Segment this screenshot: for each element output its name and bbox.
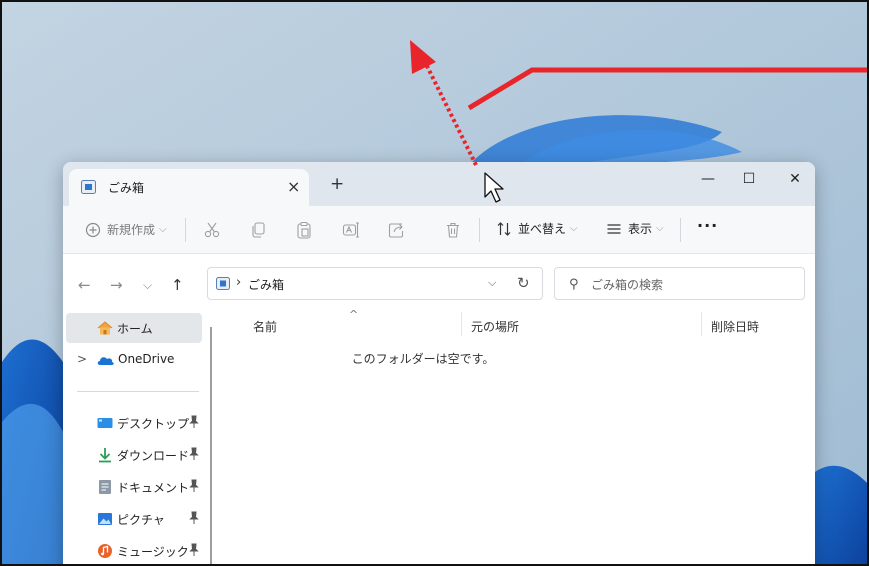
- sidebar-item-label: ピクチャ: [117, 513, 165, 527]
- sort-ascending-caret-icon: ^: [349, 308, 359, 321]
- sidebar-item-label: ホーム: [117, 322, 153, 336]
- expand-chevron-icon[interactable]: >: [77, 352, 87, 366]
- sidebar-item-documents[interactable]: ドキュメント: [97, 477, 217, 497]
- navigation-bar: ← → ⌵ ↑ › ごみ箱 ⌵ ↻ ⚲ ごみ箱の検索: [63, 254, 815, 312]
- column-header-original-location[interactable]: 元の場所: [471, 318, 519, 335]
- recycle-bin-icon: [81, 180, 96, 194]
- breadcrumb-separator-icon: ›: [236, 275, 242, 290]
- cut-icon[interactable]: [203, 221, 221, 239]
- sidebar-item-label: ダウンロード: [117, 449, 190, 463]
- rename-icon[interactable]: [342, 221, 360, 239]
- pin-icon[interactable]: [189, 415, 199, 429]
- refresh-icon[interactable]: ↻: [517, 274, 530, 292]
- new-tab-button[interactable]: +: [330, 174, 344, 194]
- sidebar-item-label: デスクトップ: [117, 417, 190, 431]
- sidebar-scrollbar[interactable]: [210, 327, 212, 564]
- address-bar[interactable]: › ごみ箱 ⌵ ↻: [207, 267, 543, 300]
- screenshot-frame: ごみ箱 × + — ☐ ✕ 新規作成 ⌵ 並べ替え ⌵ 表示 ⌵ ··· ← →…: [0, 0, 869, 566]
- share-icon[interactable]: [388, 221, 406, 239]
- sidebar-item-desktop[interactable]: デスクトップ: [97, 413, 217, 433]
- pin-icon[interactable]: [189, 479, 199, 493]
- paste-icon[interactable]: [295, 221, 313, 239]
- chevron-down-icon: ⌵: [159, 224, 167, 235]
- more-options-button[interactable]: ···: [697, 216, 718, 235]
- column-header-name[interactable]: 名前: [253, 318, 277, 335]
- address-history-chevron-icon[interactable]: ⌵: [488, 276, 496, 290]
- view-button-label: 表示: [628, 222, 653, 236]
- search-icon: ⚲: [569, 277, 579, 292]
- tab-label: ごみ箱: [108, 181, 145, 195]
- close-button[interactable]: ✕: [774, 165, 815, 193]
- up-arrow-icon[interactable]: ↑: [171, 276, 184, 294]
- sidebar-item-label: ドキュメント: [117, 481, 190, 495]
- documents-icon: [99, 480, 111, 494]
- empty-folder-message: このフォルダーは空です。: [351, 352, 495, 366]
- sidebar-item-music[interactable]: ミュージック: [97, 541, 217, 561]
- forward-arrow-icon[interactable]: →: [110, 276, 123, 294]
- column-divider[interactable]: [461, 312, 462, 336]
- back-arrow-icon[interactable]: ←: [78, 276, 91, 294]
- new-button[interactable]: 新規作成 ⌵: [85, 221, 167, 238]
- sidebar-item-downloads[interactable]: ダウンロード: [97, 445, 217, 465]
- file-explorer-window: ごみ箱 × + — ☐ ✕ 新規作成 ⌵ 並べ替え ⌵ 表示 ⌵ ··· ← →…: [63, 162, 815, 564]
- chevron-down-icon: ⌵: [570, 223, 578, 234]
- recycle-bin-icon: [216, 277, 230, 290]
- column-header-date-deleted[interactable]: 削除日時: [711, 318, 759, 335]
- view-list-icon: [607, 223, 621, 234]
- toolbar-divider: [680, 218, 681, 242]
- sort-button[interactable]: 並べ替え ⌵: [496, 220, 578, 237]
- tab-close-icon[interactable]: ×: [287, 177, 300, 196]
- home-icon: [97, 321, 113, 335]
- sidebar-item-home[interactable]: ホーム: [66, 313, 202, 343]
- onedrive-cloud-icon: [97, 357, 114, 365]
- tab-recycle-bin[interactable]: ごみ箱 ×: [69, 169, 309, 206]
- sidebar-item-pictures[interactable]: ピクチャ: [97, 509, 217, 529]
- pin-icon[interactable]: [189, 543, 199, 557]
- download-icon: [99, 448, 111, 463]
- copy-icon[interactable]: [249, 221, 267, 239]
- chevron-down-icon: ⌵: [656, 223, 664, 234]
- pin-icon[interactable]: [189, 447, 199, 461]
- sidebar-item-label: ミュージック: [117, 545, 189, 559]
- pictures-icon: [98, 513, 112, 525]
- recent-locations-chevron-icon[interactable]: ⌵: [143, 278, 152, 293]
- view-button[interactable]: 表示 ⌵: [606, 220, 664, 237]
- sidebar-divider: [77, 391, 199, 392]
- plus-circle-icon: [85, 222, 101, 237]
- breadcrumb-recycle-bin[interactable]: ごみ箱: [248, 276, 284, 293]
- column-divider[interactable]: [701, 312, 702, 336]
- minimize-button[interactable]: —: [687, 165, 729, 193]
- toolbar-divider: [185, 218, 186, 242]
- pin-icon[interactable]: [189, 511, 199, 525]
- new-button-label: 新規作成: [107, 223, 156, 237]
- maximize-button[interactable]: ☐: [728, 165, 770, 193]
- toolbar-divider: [479, 218, 480, 242]
- sidebar-item-onedrive[interactable]: OneDrive: [118, 352, 174, 366]
- desktop-icon: [97, 418, 113, 428]
- file-list-pane: 名前 ^ 元の場所 削除日時 このフォルダーは空です。: [213, 308, 815, 564]
- sort-button-label: 並べ替え: [518, 222, 567, 236]
- title-bar[interactable]: ごみ箱 × + — ☐ ✕: [63, 162, 815, 206]
- music-icon: [98, 544, 112, 558]
- search-input[interactable]: ⚲ ごみ箱の検索: [554, 267, 805, 300]
- search-placeholder: ごみ箱の検索: [591, 278, 664, 292]
- navigation-pane: ホーム > OneDrive デスクトップ ダウンロード ドキュメント ピクチャ…: [63, 312, 213, 564]
- delete-icon[interactable]: [444, 221, 462, 239]
- command-bar: 新規作成 ⌵ 並べ替え ⌵ 表示 ⌵ ···: [63, 206, 815, 254]
- sort-icon: [497, 221, 511, 236]
